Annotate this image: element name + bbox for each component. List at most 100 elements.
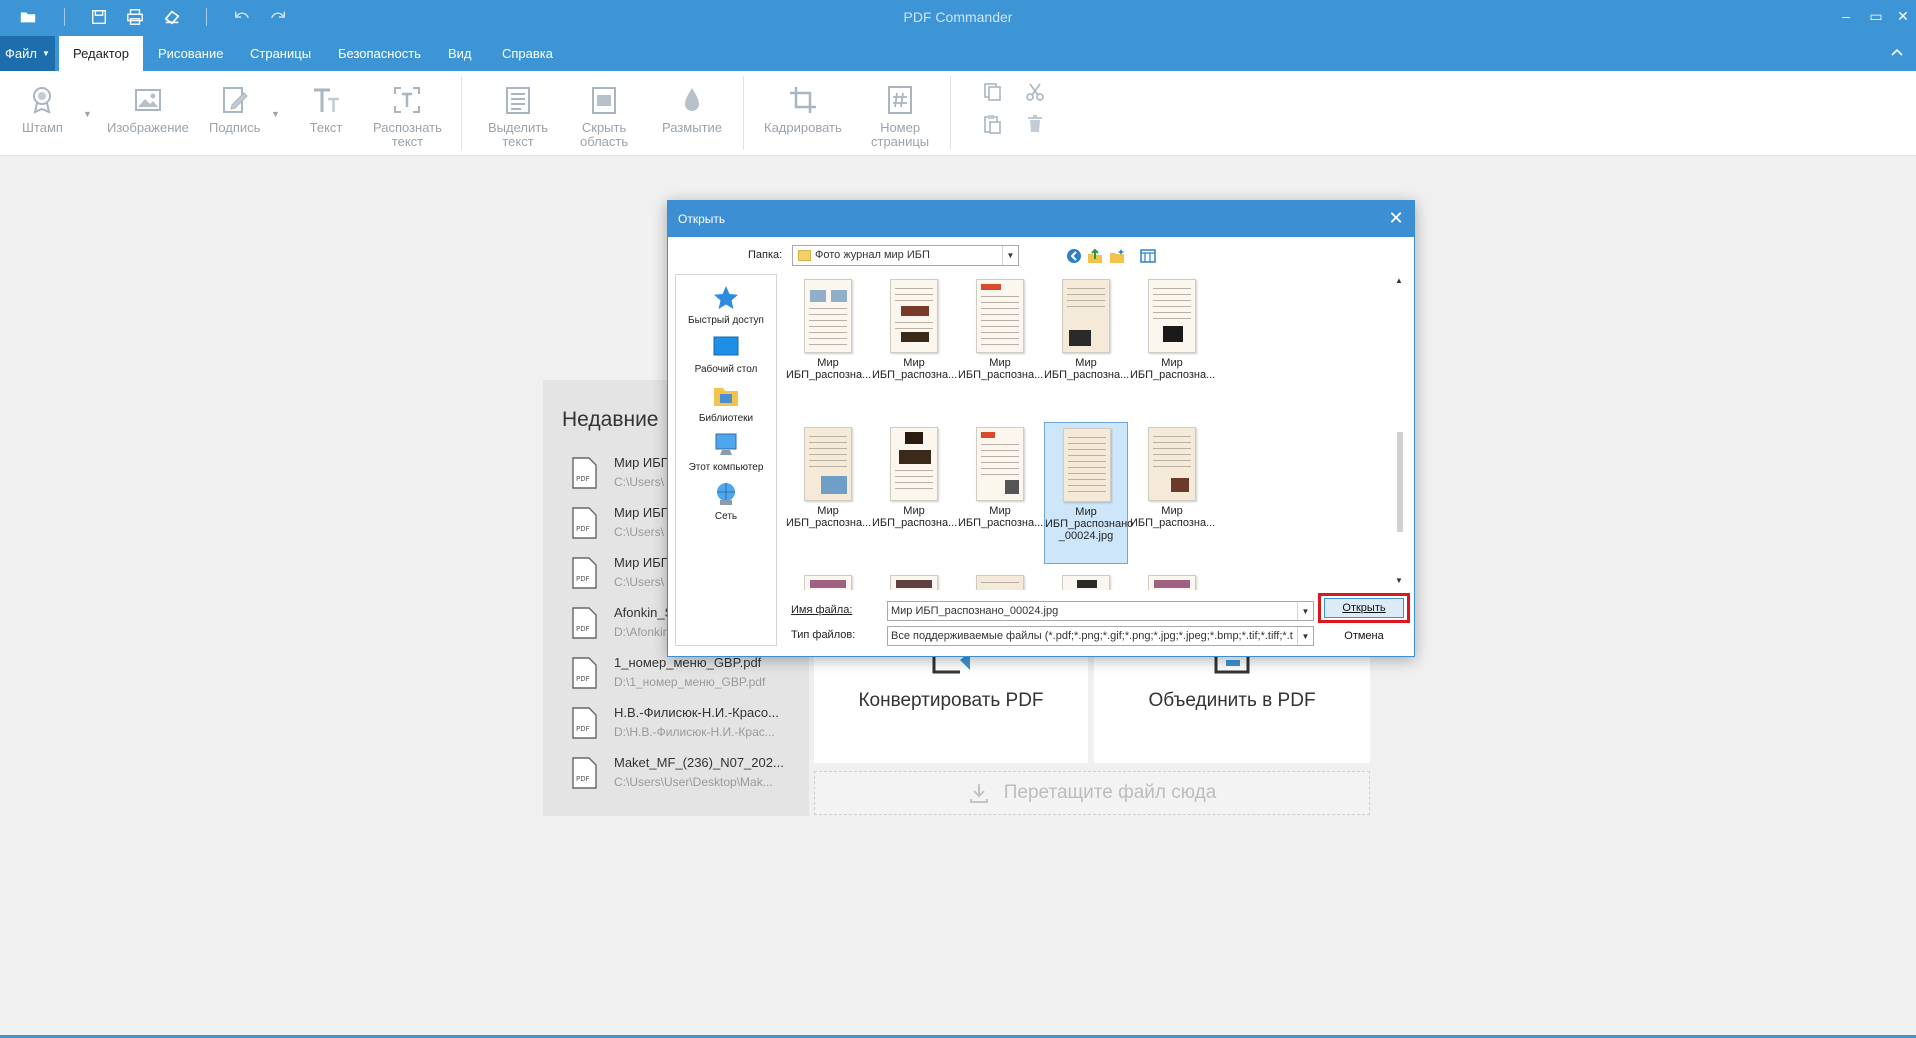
place-libraries[interactable]: Библиотеки [676,381,776,424]
recent-item[interactable]: PDF Н.В.-Филисюк-Н.И.-Красо... D:\Н.В.-Ф… [570,705,800,755]
copy-icon[interactable] [981,81,1003,103]
stamp-button[interactable]: Штамп [22,83,63,135]
file-preview-image [976,575,1024,590]
text-button[interactable]: Текст [309,83,343,135]
cancel-button[interactable]: Отмена [1320,626,1408,646]
place-quick-access[interactable]: Быстрый доступ [676,283,776,326]
image-button[interactable]: Изображение [107,83,189,135]
highlight-text-button[interactable]: Выделить текст [488,83,548,149]
menu-bar: Файл ▼ Редактор Рисование Страницы Безоп… [0,34,1916,71]
recent-item-name: Мир ИБП [614,505,671,520]
recent-item[interactable]: PDF Maket_MF_(236)_N07_202... C:\Users\U… [570,755,800,805]
file-name-line-1: Мир [1075,357,1097,369]
file-preview-image [1148,427,1196,501]
recent-item-name: Мир ИБП [614,555,671,570]
view-menu-icon[interactable] [1139,247,1157,265]
scroll-up-icon[interactable]: ▲ [1395,276,1403,285]
tab-drawing[interactable]: Рисование [144,36,237,71]
folder-select[interactable]: Фото журнал мир ИБП ▼ [792,245,1019,266]
pdf-file-icon: PDF [572,707,597,739]
crop-button[interactable]: Кадрировать [764,83,842,135]
minimize-button[interactable]: – [1836,6,1856,26]
tab-pages[interactable]: Страницы [236,36,325,71]
signature-dropdown-icon[interactable]: ▼ [271,109,280,119]
recent-item-path: C:\Users\ [614,475,665,489]
file-list-scrollbar[interactable]: ▲ ▼ [1391,274,1408,590]
file-thumbnail-partial[interactable] [1130,570,1214,590]
place-network[interactable]: Сеть [676,479,776,522]
filename-input[interactable]: Мир ИБП_распознано_00024.jpg ▼ [887,601,1314,621]
tab-help[interactable]: Справка [488,36,567,71]
chevron-down-icon[interactable]: ▼ [1002,246,1018,265]
convert-pdf-card[interactable]: Конвертировать PDF [814,640,1088,763]
file-thumbnail[interactable]: Мир ИБП_распозна... [1044,274,1129,392]
back-icon[interactable] [1065,247,1083,265]
signature-button[interactable]: Подпись [209,83,260,135]
place-this-pc[interactable]: Этот компьютер [676,430,776,473]
paste-icon[interactable] [981,113,1003,135]
blur-button[interactable]: Размытие [662,83,722,135]
file-menu-button[interactable]: Файл ▼ [0,36,55,71]
merge-pdf-card[interactable]: Объединить в PDF [1094,640,1370,763]
new-folder-icon[interactable] [1108,247,1126,265]
file-thumbnail[interactable]: Мир ИБП_распозна... [958,274,1043,392]
tab-security[interactable]: Безопасность [324,36,435,71]
pdf-file-icon: PDF [572,507,597,539]
file-thumbnail-selected[interactable]: Мир ИБП_распознано _00024.jpg [1044,422,1133,564]
chevron-down-icon: ▼ [42,49,50,58]
dialog-close-icon[interactable]: ✕ [1386,208,1406,228]
stamp-dropdown-icon[interactable]: ▼ [83,109,92,119]
desktop-icon [711,332,741,362]
file-thumbnail[interactable]: Мир ИБП_распозна... [1130,274,1215,392]
file-name-line-1: Мир [903,505,925,517]
recent-item-path: D:\1_номер_меню_GBP.pdf [614,675,766,689]
file-preview-image [976,427,1024,501]
file-preview-image [1148,279,1196,353]
file-thumbnail[interactable]: Мир ИБП_распозна... [786,422,871,540]
collapse-ribbon-icon[interactable] [1878,34,1916,71]
file-thumbnail-partial[interactable] [958,570,1042,590]
file-thumbnail[interactable]: Мир ИБП_распозна... [872,422,957,540]
page-number-button[interactable]: Номер страницы [871,83,929,149]
file-thumbnail[interactable]: Мир ИБП_распозна... [786,274,871,392]
maximize-button[interactable]: ▭ [1866,6,1886,26]
file-menu-label: Файл [5,46,38,61]
up-folder-icon[interactable] [1086,247,1104,265]
file-thumbnail-partial[interactable] [786,570,870,590]
separator [950,76,951,150]
chevron-down-icon[interactable]: ▼ [1297,602,1313,620]
file-thumbnail-partial[interactable] [872,570,956,590]
place-label: Быстрый доступ [688,315,764,326]
file-thumbnail-partial[interactable] [1044,570,1128,590]
close-window-button[interactable]: ✕ [1893,6,1913,26]
cut-icon[interactable] [1024,81,1046,103]
file-thumbnail[interactable]: Мир ИБП_распозна... [872,274,957,392]
tab-editor[interactable]: Редактор [59,36,143,71]
recent-item[interactable]: PDF 1_номер_меню_GBP.pdf D:\1_номер_меню… [570,655,800,705]
recent-item-path: C:\Users\User\Desktop\Mak... [614,775,773,789]
scroll-down-icon[interactable]: ▼ [1395,576,1403,585]
delete-icon[interactable] [1024,113,1046,135]
open-button[interactable]: Открыть [1324,598,1404,618]
place-desktop[interactable]: Рабочий стол [676,332,776,375]
highlight-label-1: Выделить [488,120,548,135]
chevron-down-icon[interactable]: ▼ [1297,627,1313,645]
file-thumbnail[interactable]: Мир ИБП_распозна... [1130,422,1215,540]
tab-view[interactable]: Вид [434,36,486,71]
recent-item-name: 1_номер_меню_GBP.pdf [614,655,762,670]
ocr-button[interactable]: Распознать текст [373,83,442,149]
pdf-file-icon: PDF [572,457,597,489]
file-name-line-1: Мир [1161,357,1183,369]
crop-icon [786,83,820,117]
separator [743,76,744,150]
hide-area-button[interactable]: Скрыть область [580,83,628,149]
convert-pdf-label: Конвертировать PDF [858,690,1044,711]
file-name-line-1: Мир [1161,505,1183,517]
svg-text:PDF: PDF [576,625,590,633]
file-thumbnail[interactable]: Мир ИБП_распозна... [958,422,1043,540]
drop-zone[interactable]: Перетащите файл сюда [814,771,1370,815]
filetype-select[interactable]: Все поддерживаемые файлы (*.pdf;*.png;*.… [887,626,1314,646]
ocr-icon [390,83,424,117]
drop-zone-label: Перетащите файл сюда [1003,782,1217,803]
scrollbar-thumb[interactable] [1397,432,1403,532]
